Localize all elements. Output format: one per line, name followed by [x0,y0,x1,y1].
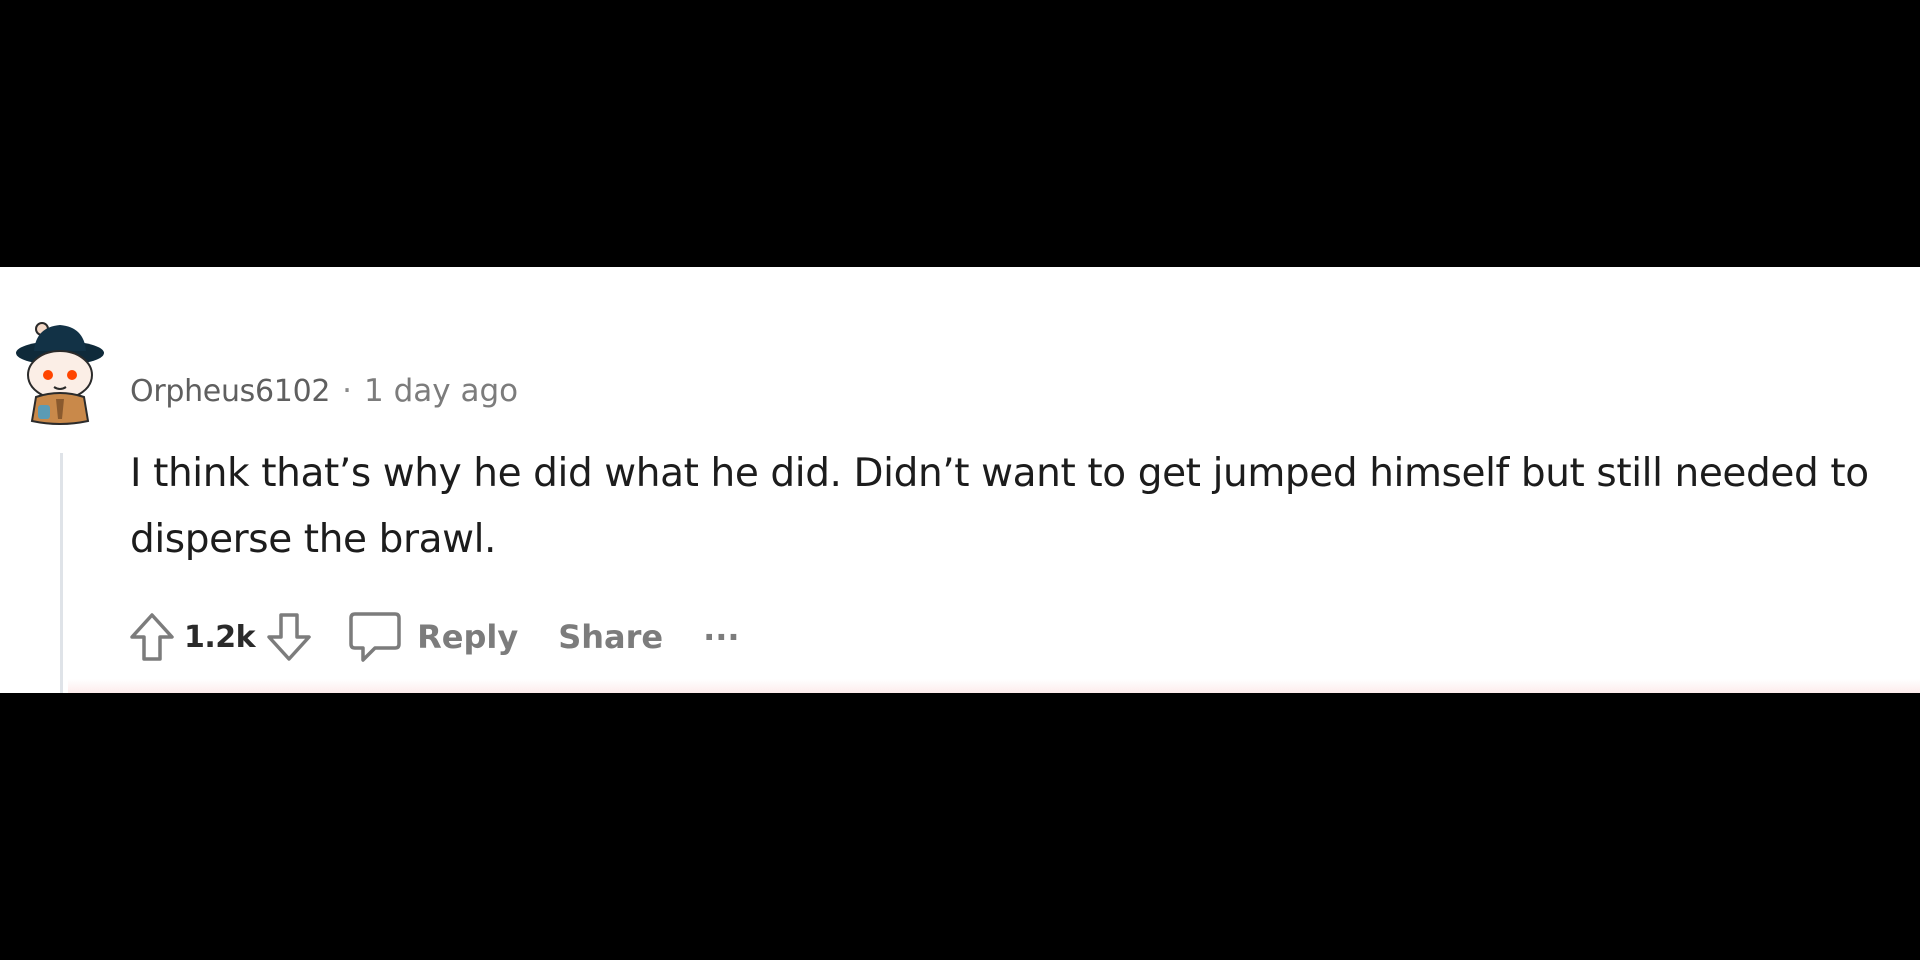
share-button[interactable]: Share [558,618,663,656]
reply-label: Reply [417,618,519,656]
thread-line[interactable] [60,453,63,693]
reply-button[interactable]: Reply [347,610,518,664]
meta-separator: · [342,373,353,409]
comment-meta: Orpheus6102 · 1 day ago [130,371,518,411]
comment-card: Orpheus6102 · 1 day ago I think that’s w… [0,267,1920,693]
vote-score: 1.2k [184,619,256,655]
username[interactable]: Orpheus6102 [130,374,330,409]
comment-bubble-icon [349,612,401,662]
bottom-fade [68,679,1920,693]
downvote-button[interactable] [261,609,317,665]
comment-actions: 1.2k Reply Share ··· [124,609,740,665]
timestamp[interactable]: 1 day ago [364,373,518,409]
video-frame: Orpheus6102 · 1 day ago I think that’s w… [0,0,1920,960]
avatar[interactable] [12,315,108,425]
comment-body: I think that’s why he did what he did. D… [130,451,1869,562]
more-options-button[interactable]: ··· [703,609,739,665]
upvote-button[interactable] [124,609,180,665]
upvote-arrow-icon [130,613,174,661]
downvote-arrow-icon [267,613,311,661]
